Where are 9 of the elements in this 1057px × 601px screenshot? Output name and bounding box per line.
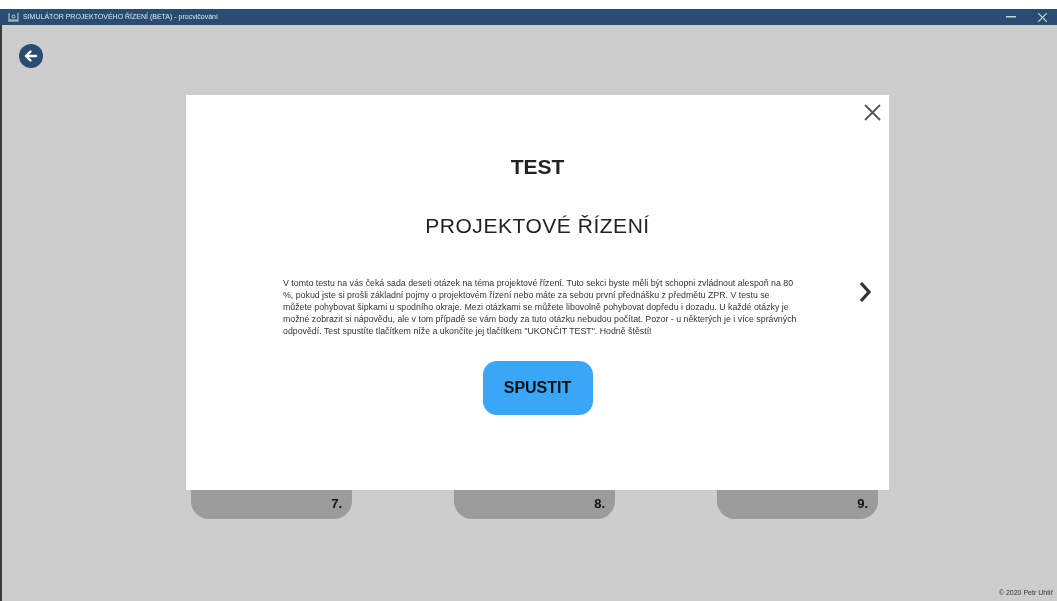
chevron-right-icon[interactable] xyxy=(859,281,871,303)
topic-number: 9. xyxy=(857,494,868,513)
start-button[interactable]: SPUSTIT xyxy=(482,361,593,415)
topic-number: 8. xyxy=(594,494,605,513)
topic-number: 7. xyxy=(331,494,342,513)
close-icon[interactable] xyxy=(864,104,881,121)
modal-title: TEST xyxy=(510,154,565,180)
test-description: V tomto testu na vás čeká sada deseti otázek na téma projektové řízení. Tuto sekci byste měli být schopni zvládnout alespoň na 80 %, pokud jste si prošli základní pojmy o projektovém řízení nebo máte za sebou první přednášku z předmětu ZPR. V testu se můžete pohybovat šipkami u spodního okraje. Mezi otázkami se můžete libovolně pohybovat dopředu i dozadu. U každé otázky je možné zobrazit si nápovědu, ale v tom případě se vám body za tuto otázku nebudou počítat. Pozor - u některých je i více správných odpovědí. Test spustíte tlačítkem níže a ukončíte jej tlačítkem "UKONČIT TEST". Hodně štěstí! xyxy=(283,277,798,337)
modal-subtitle: PROJEKTOVÉ ŘÍZENÍ xyxy=(425,212,650,239)
